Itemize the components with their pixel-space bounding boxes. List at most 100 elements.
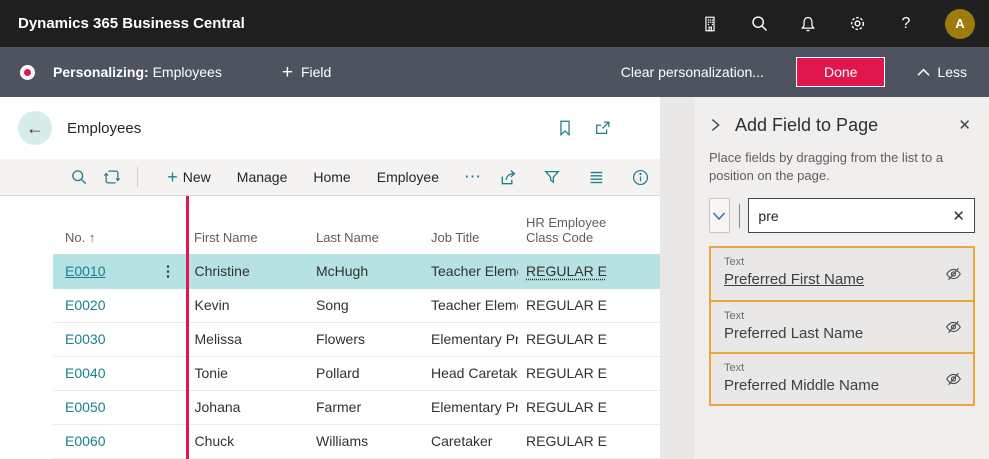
table-row[interactable]: E0020 Kevin Song Teacher Element... REGU… [53, 288, 660, 323]
notifications-bell-icon[interactable] [798, 14, 818, 34]
cell-last-name: Pollard [308, 356, 423, 391]
app-title[interactable]: Dynamics 365 Business Central [18, 15, 245, 32]
app-header: Dynamics 365 Business Central ? A [0, 0, 989, 47]
search-list-icon[interactable] [70, 167, 89, 187]
menu-item-manage[interactable]: Manage [224, 169, 301, 185]
cell-hr-class-code: REGULAR E [518, 288, 660, 323]
menu-item-new[interactable]: + New [154, 168, 224, 186]
add-field-button[interactable]: + Field [282, 63, 331, 82]
share-icon[interactable] [498, 167, 518, 187]
table-row[interactable]: E0030 Melissa Flowers Elementary Prin...… [53, 322, 660, 357]
employee-no-link[interactable]: E0020 [65, 297, 105, 313]
avatar[interactable]: A [945, 8, 975, 39]
field-type-label: Text [724, 362, 745, 375]
toolbar-divider [137, 167, 139, 187]
mode-context: Employees [152, 64, 222, 80]
cell-last-name: Williams [308, 424, 423, 459]
hidden-eye-slash-icon[interactable] [945, 371, 962, 388]
employees-table: No. ↑ First Name Last Name Job Title HR … [0, 196, 660, 459]
employee-no-link[interactable]: E0040 [65, 365, 105, 381]
menu-item-employee[interactable]: Employee [364, 169, 452, 185]
table-row[interactable]: E0010 ⋮ Christine McHugh Teacher Element.… [53, 254, 660, 289]
field-search-box: ✕ [748, 198, 975, 234]
show-list-icon[interactable] [586, 167, 606, 187]
bookmark-icon[interactable] [556, 119, 574, 137]
panel-controls: ✕ [709, 198, 975, 234]
plus-icon: + [167, 167, 178, 187]
available-fields-list: Text Preferred First Name Text Preferred… [709, 246, 975, 407]
personalization-column-indicator [186, 196, 189, 459]
clear-search-icon[interactable]: ✕ [943, 207, 974, 225]
hidden-eye-slash-icon[interactable] [945, 266, 962, 283]
hidden-eye-slash-icon[interactable] [945, 319, 962, 336]
filter-icon[interactable] [542, 167, 562, 187]
add-field-panel: Add Field to Page ✕ Place fields by drag… [695, 97, 989, 459]
topbar-icons: ? A [700, 8, 975, 39]
page-header-icons [556, 119, 612, 137]
table-row[interactable]: E0050 Johana Farmer Elementary Prin... R… [53, 390, 660, 425]
cell-job-title: Caretaker [423, 424, 518, 459]
menu-item-home[interactable]: Home [300, 169, 363, 185]
chevron-right-icon[interactable] [709, 116, 722, 134]
info-icon[interactable] [630, 167, 650, 187]
cell-job-title: Elementary Prin... [423, 390, 518, 425]
employees-list-page: ← Employees + New Manage Home Employee ⋯… [0, 97, 660, 459]
add-field-label: Field [300, 64, 332, 80]
cell-hr-class-code: REGULAR E [518, 254, 660, 289]
field-type-label: Text [724, 310, 745, 323]
table-header-row: No. ↑ First Name Last Name Job Title HR … [53, 196, 660, 254]
search-icon[interactable] [749, 14, 769, 34]
less-toggle[interactable]: Less [917, 64, 967, 80]
cell-hr-class-code: REGULAR E [518, 390, 660, 425]
table-row[interactable]: E0040 Tonie Pollard Head Caretaker REGUL… [53, 356, 660, 391]
cell-first-name: Chuck [186, 424, 308, 459]
mode-label: Personalizing: [53, 64, 149, 80]
cell-first-name: Johana [186, 390, 308, 425]
done-button[interactable]: Done [795, 57, 886, 87]
cell-job-title: Teacher Element... [423, 254, 518, 289]
cell-first-name: Melissa [186, 322, 308, 357]
help-icon[interactable]: ? [896, 14, 916, 34]
table-row[interactable]: E0060 Chuck Williams Caretaker REGULAR E [53, 424, 660, 459]
column-header-no[interactable]: No. ↑ [53, 196, 186, 254]
cell-hr-class-code: REGULAR E [518, 424, 660, 459]
field-type-label: Text [724, 256, 745, 269]
settings-gear-icon[interactable] [847, 14, 867, 34]
field-filter-dropdown[interactable] [709, 198, 730, 234]
open-in-new-window-icon[interactable] [594, 119, 612, 137]
column-header-job-title[interactable]: Job Title [423, 196, 518, 254]
personalization-actions: Clear personalization... Done Less [621, 57, 967, 87]
back-button[interactable]: ← [18, 111, 52, 145]
row-menu-icon[interactable]: ⋮ [161, 262, 176, 280]
field-list-item[interactable]: Text Preferred Middle Name [711, 352, 973, 405]
panel-description: Place fields by dragging from the list t… [709, 150, 944, 183]
field-name-label: Preferred Middle Name [724, 377, 880, 395]
employee-no-link[interactable]: E0060 [65, 433, 105, 449]
employee-no-link[interactable]: E0030 [65, 331, 105, 347]
sort-ascending-icon: ↑ [88, 230, 96, 245]
cell-job-title: Teacher Element... [423, 288, 518, 323]
cell-first-name: Kevin [186, 288, 308, 323]
field-search-input[interactable] [749, 207, 944, 224]
clear-personalization-link[interactable]: Clear personalization... [621, 64, 764, 80]
less-label: Less [937, 64, 967, 80]
toolbar-right-icons [498, 167, 650, 187]
controls-divider [738, 203, 740, 228]
company-icon[interactable] [700, 14, 720, 34]
cell-hr-class-code: REGULAR E [518, 322, 660, 357]
field-list-item[interactable]: Text Preferred First Name [711, 248, 973, 301]
view-switcher-icon[interactable] [103, 167, 122, 187]
column-header-first-name[interactable]: First Name [186, 196, 308, 254]
employee-no-link[interactable]: E0010 [65, 263, 105, 279]
field-list-item[interactable]: Text Preferred Last Name [711, 300, 973, 353]
page-header: ← Employees [0, 97, 660, 159]
column-header-last-name[interactable]: Last Name [308, 196, 423, 254]
field-name-label: Preferred First Name [724, 271, 865, 289]
close-icon[interactable]: ✕ [954, 114, 975, 136]
cell-hr-class-code: REGULAR E [518, 356, 660, 391]
chevron-down-icon [712, 211, 726, 221]
more-options-icon[interactable]: ⋯ [452, 167, 494, 187]
column-header-hr-class-code[interactable]: HR Employee Class Code [518, 196, 660, 254]
page-title: Employees [67, 119, 142, 137]
employee-no-link[interactable]: E0050 [65, 399, 105, 415]
